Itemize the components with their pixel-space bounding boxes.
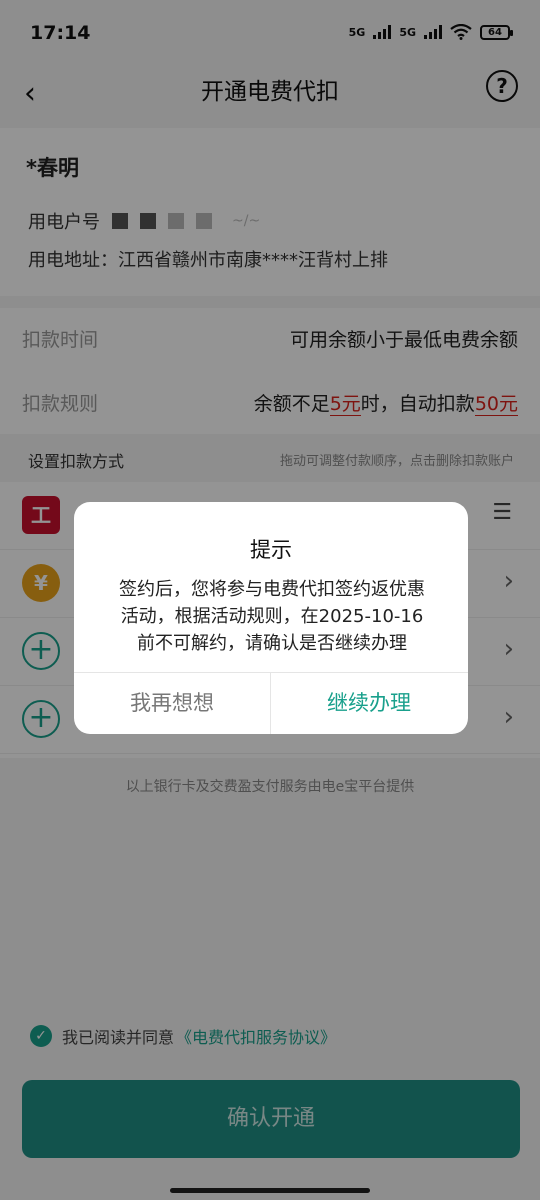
prompt-dialog: 提示 签约后，您将参与电费代扣签约返优惠活动，根据活动规则，在2025-10-1… [74, 502, 468, 734]
dialog-title: 提示 [250, 538, 292, 562]
dialog-cancel-button[interactable]: 我再想想 [74, 672, 270, 734]
dialog-message: 签约后，您将参与电费代扣签约返优惠活动，根据活动规则，在2025-10-16前不… [119, 579, 425, 654]
dialog-continue-button[interactable]: 继续办理 [271, 672, 467, 734]
